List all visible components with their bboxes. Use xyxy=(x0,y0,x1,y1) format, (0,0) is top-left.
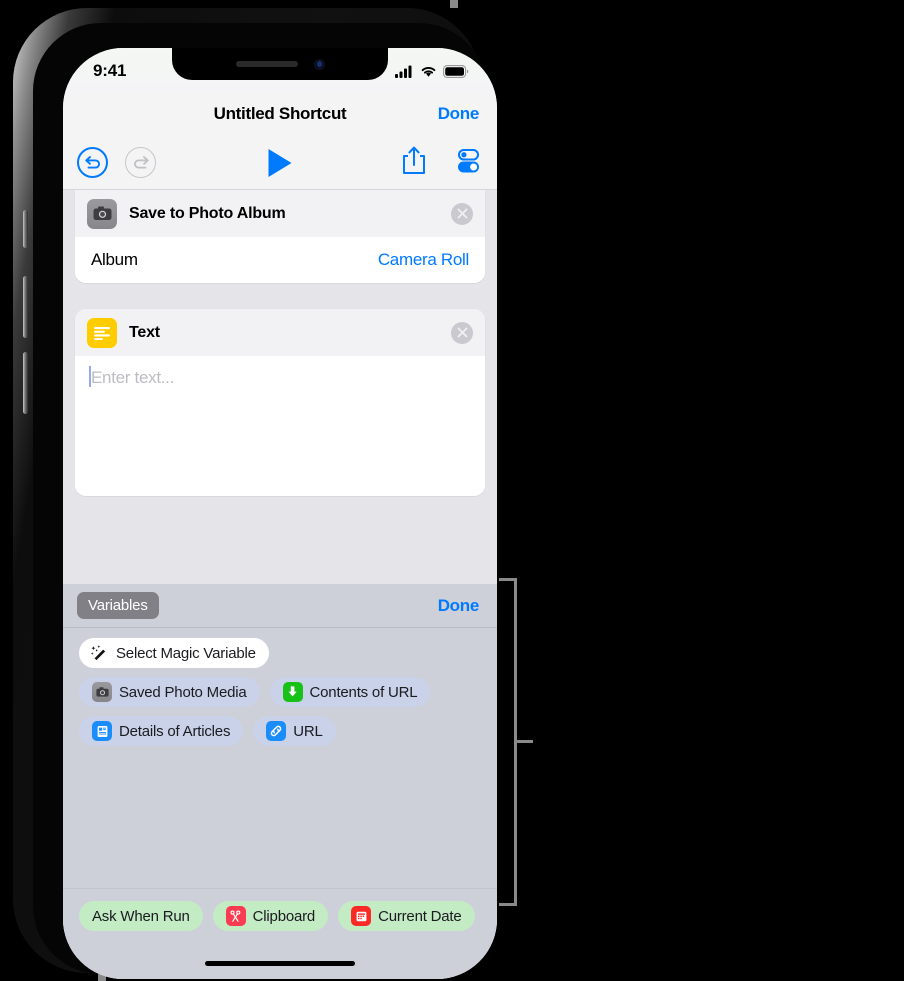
parameter-row-album[interactable]: Album Camera Roll xyxy=(75,237,485,283)
text-lines-icon xyxy=(87,317,117,348)
action-card-save-to-photo-album[interactable]: Save to Photo Album Album Camera Roll xyxy=(75,190,485,283)
mute-switch[interactable] xyxy=(23,210,28,248)
camera-icon xyxy=(92,682,112,702)
camera-icon xyxy=(87,198,117,229)
variable-chip-label: URL xyxy=(293,722,323,740)
text-input-area[interactable]: Enter text... xyxy=(75,356,485,496)
variable-chip-label: Contents of URL xyxy=(309,683,418,701)
redo-arrow-icon xyxy=(133,155,149,168)
link-icon xyxy=(266,721,287,741)
page-title: Untitled Shortcut xyxy=(213,104,347,123)
clear-action-button[interactable] xyxy=(451,321,473,344)
select-magic-variable-button[interactable]: Select Magic Variable xyxy=(79,638,269,668)
run-button[interactable] xyxy=(268,148,292,177)
cellular-signal-icon xyxy=(395,65,412,78)
text-placeholder: Enter text... xyxy=(91,368,175,387)
variable-chip-label: Saved Photo Media xyxy=(119,683,247,701)
status-bar-icons xyxy=(395,64,469,78)
variable-chip-label: Current Date xyxy=(378,907,462,925)
volume-up-button[interactable] xyxy=(23,276,28,338)
toolbar-left-group xyxy=(77,147,156,178)
variable-chip-label: Clipboard xyxy=(252,907,316,925)
article-icon xyxy=(92,721,112,741)
magic-variable-row: Select Magic Variable xyxy=(63,638,497,668)
play-triangle-icon xyxy=(268,148,292,177)
editor-toolbar xyxy=(63,136,497,190)
variable-chip-details-of-articles[interactable]: Details of Articles xyxy=(79,716,244,746)
wifi-icon xyxy=(421,66,436,77)
home-indicator-bar[interactable] xyxy=(205,961,355,966)
action-title: Save to Photo Album xyxy=(129,204,286,222)
variables-panel: Variables Done Select Magic Variable Sav… xyxy=(63,584,497,979)
magic-wand-icon xyxy=(89,643,109,663)
variable-chip-contents-of-url[interactable]: Contents of URL xyxy=(269,677,431,707)
variable-chip-ask-when-run[interactable]: Ask When Run xyxy=(79,901,203,931)
parameter-label: Album xyxy=(91,250,138,269)
earpiece-speaker xyxy=(235,61,298,67)
scissors-icon xyxy=(225,906,246,926)
redo-button[interactable] xyxy=(125,147,156,178)
action-header: Text xyxy=(75,309,485,356)
variable-chip-url[interactable]: URL xyxy=(253,716,336,746)
tab-variables[interactable]: Variables xyxy=(77,592,159,619)
parameter-value[interactable]: Camera Roll xyxy=(378,250,469,270)
variables-done-button[interactable]: Done xyxy=(438,596,480,616)
calendar-icon xyxy=(351,906,372,926)
variable-chip-saved-photo-media[interactable]: Saved Photo Media xyxy=(79,677,260,707)
variable-chip-row-1: Saved Photo Media Contents of URL xyxy=(63,677,497,707)
special-variable-chips: Ask When Run Clipboard Current Date xyxy=(63,888,497,931)
share-button[interactable] xyxy=(401,145,427,180)
action-card-text[interactable]: Text Enter text... xyxy=(75,309,485,496)
navigation-bar: Untitled Shortcut Done xyxy=(63,92,497,136)
nav-done-button[interactable]: Done xyxy=(438,104,480,124)
phone-frame: 9:41 Untitled Shortcut Done Save to Phot… xyxy=(13,8,497,979)
variable-chip-row-2: Details of Articles URL xyxy=(63,716,497,746)
variable-chip-label: Ask When Run xyxy=(92,907,190,925)
action-header: Save to Photo Album xyxy=(75,190,485,237)
phone-screen: 9:41 Untitled Shortcut Done Save to Phot… xyxy=(63,48,497,979)
download-arrow-icon xyxy=(282,682,303,702)
shortcut-actions-list[interactable]: Save to Photo Album Album Camera Roll Te… xyxy=(63,190,497,979)
registration-mark-top xyxy=(450,0,458,8)
action-title: Text xyxy=(129,323,160,341)
battery-icon xyxy=(443,64,469,78)
variable-chip-current-date[interactable]: Current Date xyxy=(338,901,475,931)
clear-circle-x-icon xyxy=(457,327,467,338)
undo-arrow-icon xyxy=(84,155,100,169)
phone-bezel: 9:41 Untitled Shortcut Done Save to Phot… xyxy=(33,23,497,979)
shortcut-settings-button[interactable] xyxy=(453,145,483,180)
toolbar-right-group xyxy=(401,145,483,180)
front-camera xyxy=(313,58,325,70)
variable-chip-label: Details of Articles xyxy=(119,722,231,740)
toggles-settings-icon xyxy=(458,149,479,173)
notch xyxy=(172,48,388,80)
volume-down-button[interactable] xyxy=(23,352,28,414)
select-magic-variable-label: Select Magic Variable xyxy=(116,644,256,662)
clear-action-button[interactable] xyxy=(451,202,473,225)
screenshot-root: 9:41 Untitled Shortcut Done Save to Phot… xyxy=(0,0,904,981)
variables-list: Select Magic Variable Saved Photo Media … xyxy=(63,628,497,979)
variables-panel-bar: Variables Done xyxy=(63,584,497,628)
annotation-bracket-tick xyxy=(515,740,533,743)
clear-circle-x-icon xyxy=(457,208,467,219)
variable-chip-clipboard[interactable]: Clipboard xyxy=(212,901,329,931)
status-time: 9:41 xyxy=(93,61,127,80)
undo-button[interactable] xyxy=(77,147,108,178)
share-box-arrow-up-icon xyxy=(403,146,425,174)
